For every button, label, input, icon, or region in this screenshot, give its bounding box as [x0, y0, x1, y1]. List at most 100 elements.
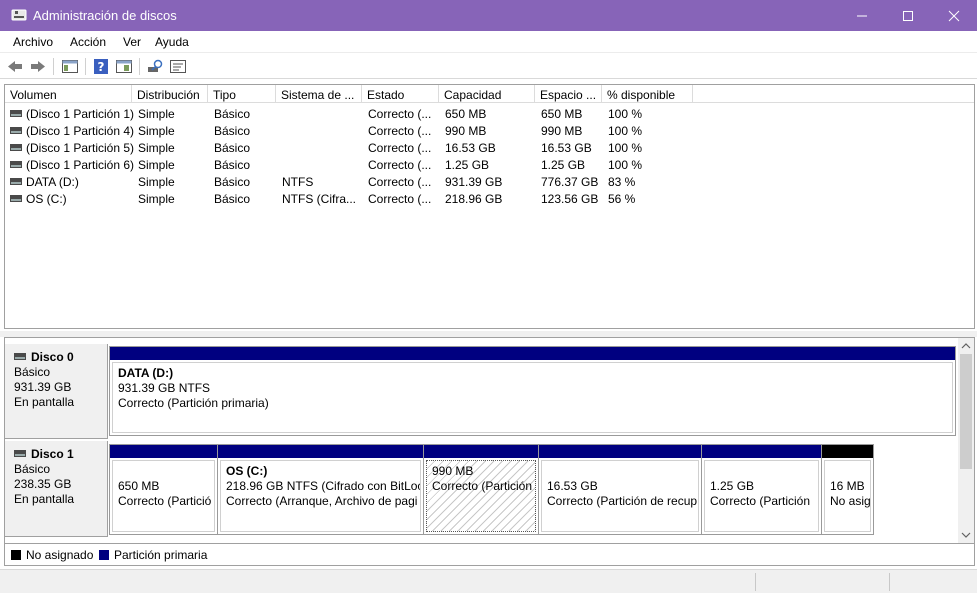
cell-capacidad: 16.53 GB	[445, 141, 496, 155]
column-header-capacidad[interactable]: Capacidad	[439, 85, 535, 103]
table-row[interactable]: OS (C:) Simple Básico NTFS (Cifra... Cor…	[5, 190, 974, 207]
partition-size: 990 MB	[432, 464, 474, 478]
window-title: Administración de discos	[33, 8, 177, 23]
column-header-volumen[interactable]: Volumen	[5, 85, 132, 103]
cell-volumen: OS (C:)	[26, 192, 67, 206]
legend-swatch-primary	[99, 550, 109, 560]
partition-body: 650 MB Correcto (Partició	[112, 460, 215, 532]
column-header-distribucion[interactable]: Distribución	[132, 85, 208, 103]
partition-os-c[interactable]: OS (C:) 218.96 GB NTFS (Cifrado con BitL…	[217, 444, 424, 535]
table-row[interactable]: (Disco 1 Partición 6) Simple Básico Corr…	[5, 156, 974, 173]
cell-distribucion: Simple	[138, 141, 175, 155]
close-button[interactable]	[931, 0, 977, 31]
partition-status: No asig	[830, 494, 871, 508]
table-row[interactable]: (Disco 1 Partición 5) Simple Básico Corr…	[5, 139, 974, 156]
column-header-filler	[693, 85, 974, 103]
back-arrow-icon[interactable]	[6, 58, 24, 75]
partition-color-bar	[110, 445, 217, 458]
disk-label-disco-1[interactable]: Disco 1 Básico 238.35 GB En pantalla	[5, 441, 108, 537]
partition-color-bar	[218, 445, 423, 458]
status-separator	[755, 573, 756, 591]
unallocated-space[interactable]: 16 MB No asig	[821, 444, 874, 535]
minimize-icon	[857, 15, 867, 17]
partition-status: Correcto (Partición de recup	[547, 494, 698, 508]
cell-espacio: 16.53 GB	[541, 141, 592, 155]
settings-icon[interactable]	[169, 58, 187, 75]
table-row[interactable]: (Disco 1 Partición 1) Simple Básico Corr…	[5, 105, 974, 122]
cell-disponible: 100 %	[608, 158, 643, 172]
cell-capacidad: 650 MB	[445, 107, 487, 121]
partition-disco1-p5[interactable]: 16.53 GB Correcto (Partición de recup	[538, 444, 702, 535]
volume-icon	[10, 110, 22, 117]
cell-sistema: NTFS	[282, 175, 314, 189]
partition-status: Correcto (Arranque, Archivo de pagi	[226, 494, 418, 508]
cell-tipo: Básico	[214, 175, 251, 189]
table-row[interactable]: (Disco 1 Partición 4) Simple Básico Corr…	[5, 122, 974, 139]
partition-disco1-p6[interactable]: 1.25 GB Correcto (Partición	[701, 444, 822, 535]
partition-size: 218.96 GB NTFS (Cifrado con BitLock	[226, 479, 421, 493]
help-icon[interactable]: ?	[92, 58, 110, 75]
partition-disco1-p4[interactable]: 990 MB Correcto (Partición	[423, 444, 539, 535]
toolbar: ?	[0, 54, 977, 79]
partition-size: 1.25 GB	[710, 479, 755, 493]
partition-color-bar	[424, 445, 538, 458]
menu-archivo[interactable]: Archivo	[13, 35, 53, 49]
menu-accion[interactable]: Acción	[70, 35, 106, 49]
cell-distribucion: Simple	[138, 175, 175, 189]
cell-capacidad: 990 MB	[445, 124, 487, 138]
disk-status: En pantalla	[14, 492, 75, 506]
partition-size: 16 MB	[830, 479, 865, 493]
vertical-scrollbar[interactable]	[958, 338, 974, 543]
maximize-button[interactable]	[885, 0, 931, 31]
cell-tipo: Básico	[214, 158, 251, 172]
cell-estado: Correcto (...	[368, 192, 432, 206]
partition-data-d[interactable]: DATA (D:) 931.39 GB NTFS Correcto (Parti…	[109, 346, 956, 436]
status-bar	[0, 569, 977, 593]
cell-sistema: NTFS (Cifra...	[282, 192, 356, 206]
partition-disco1-p1[interactable]: 650 MB Correcto (Partició	[109, 444, 218, 535]
cell-estado: Correcto (...	[368, 141, 432, 155]
partition-title: OS (C:)	[226, 464, 268, 478]
properties-icon[interactable]	[115, 58, 133, 75]
cell-volumen: DATA (D:)	[26, 175, 79, 189]
partition-body: 16 MB No asig	[824, 460, 871, 532]
disk-label-disco-0[interactable]: Disco 0 Básico 931.39 GB En pantalla	[5, 344, 108, 439]
partition-body: DATA (D:) 931.39 GB NTFS Correcto (Parti…	[112, 362, 953, 433]
disk-icon	[14, 353, 26, 360]
disk-icon	[14, 450, 26, 457]
console-tree-icon[interactable]	[61, 58, 79, 75]
partition-status: Correcto (Partición	[432, 479, 533, 493]
cell-capacidad: 218.96 GB	[445, 192, 503, 206]
toolbar-separator	[53, 58, 54, 75]
column-header-espacio[interactable]: Espacio ...	[535, 85, 602, 103]
minimize-button[interactable]	[839, 0, 885, 31]
column-header-disponible[interactable]: % disponible	[602, 85, 693, 103]
disk-name: Disco 0	[31, 350, 74, 364]
volume-icon	[10, 178, 22, 185]
partition-body: 1.25 GB Correcto (Partición	[704, 460, 819, 532]
column-header-tipo[interactable]: Tipo	[208, 85, 276, 103]
menu-ayuda[interactable]: Ayuda	[155, 35, 189, 49]
cell-espacio: 123.56 GB	[541, 192, 599, 206]
cell-espacio: 650 MB	[541, 107, 583, 121]
forward-arrow-icon[interactable]	[29, 58, 47, 75]
menu-ver[interactable]: Ver	[123, 35, 141, 49]
column-header-estado[interactable]: Estado	[362, 85, 439, 103]
scrollbar-thumb[interactable]	[960, 354, 972, 469]
scroll-up-icon[interactable]	[958, 339, 974, 353]
cell-estado: Correcto (...	[368, 107, 432, 121]
partition-status: Correcto (Partición	[710, 494, 811, 508]
rescan-icon[interactable]	[146, 58, 164, 75]
cell-volumen: (Disco 1 Partición 4)	[26, 124, 135, 138]
table-row[interactable]: DATA (D:) Simple Básico NTFS Correcto (.…	[5, 173, 974, 190]
cell-capacidad: 1.25 GB	[445, 158, 490, 172]
partition-color-bar	[822, 445, 873, 458]
menu-bar: Archivo Acción Ver Ayuda	[0, 31, 977, 53]
disk-name: Disco 1	[31, 447, 74, 461]
cell-volumen: (Disco 1 Partición 5)	[26, 141, 135, 155]
column-header-sistema[interactable]: Sistema de ...	[276, 85, 362, 103]
scroll-down-icon[interactable]	[958, 528, 974, 542]
partition-body: 16.53 GB Correcto (Partición de recup	[541, 460, 699, 532]
legend-label-primary: Partición primaria	[114, 548, 208, 562]
cell-tipo: Básico	[214, 124, 251, 138]
